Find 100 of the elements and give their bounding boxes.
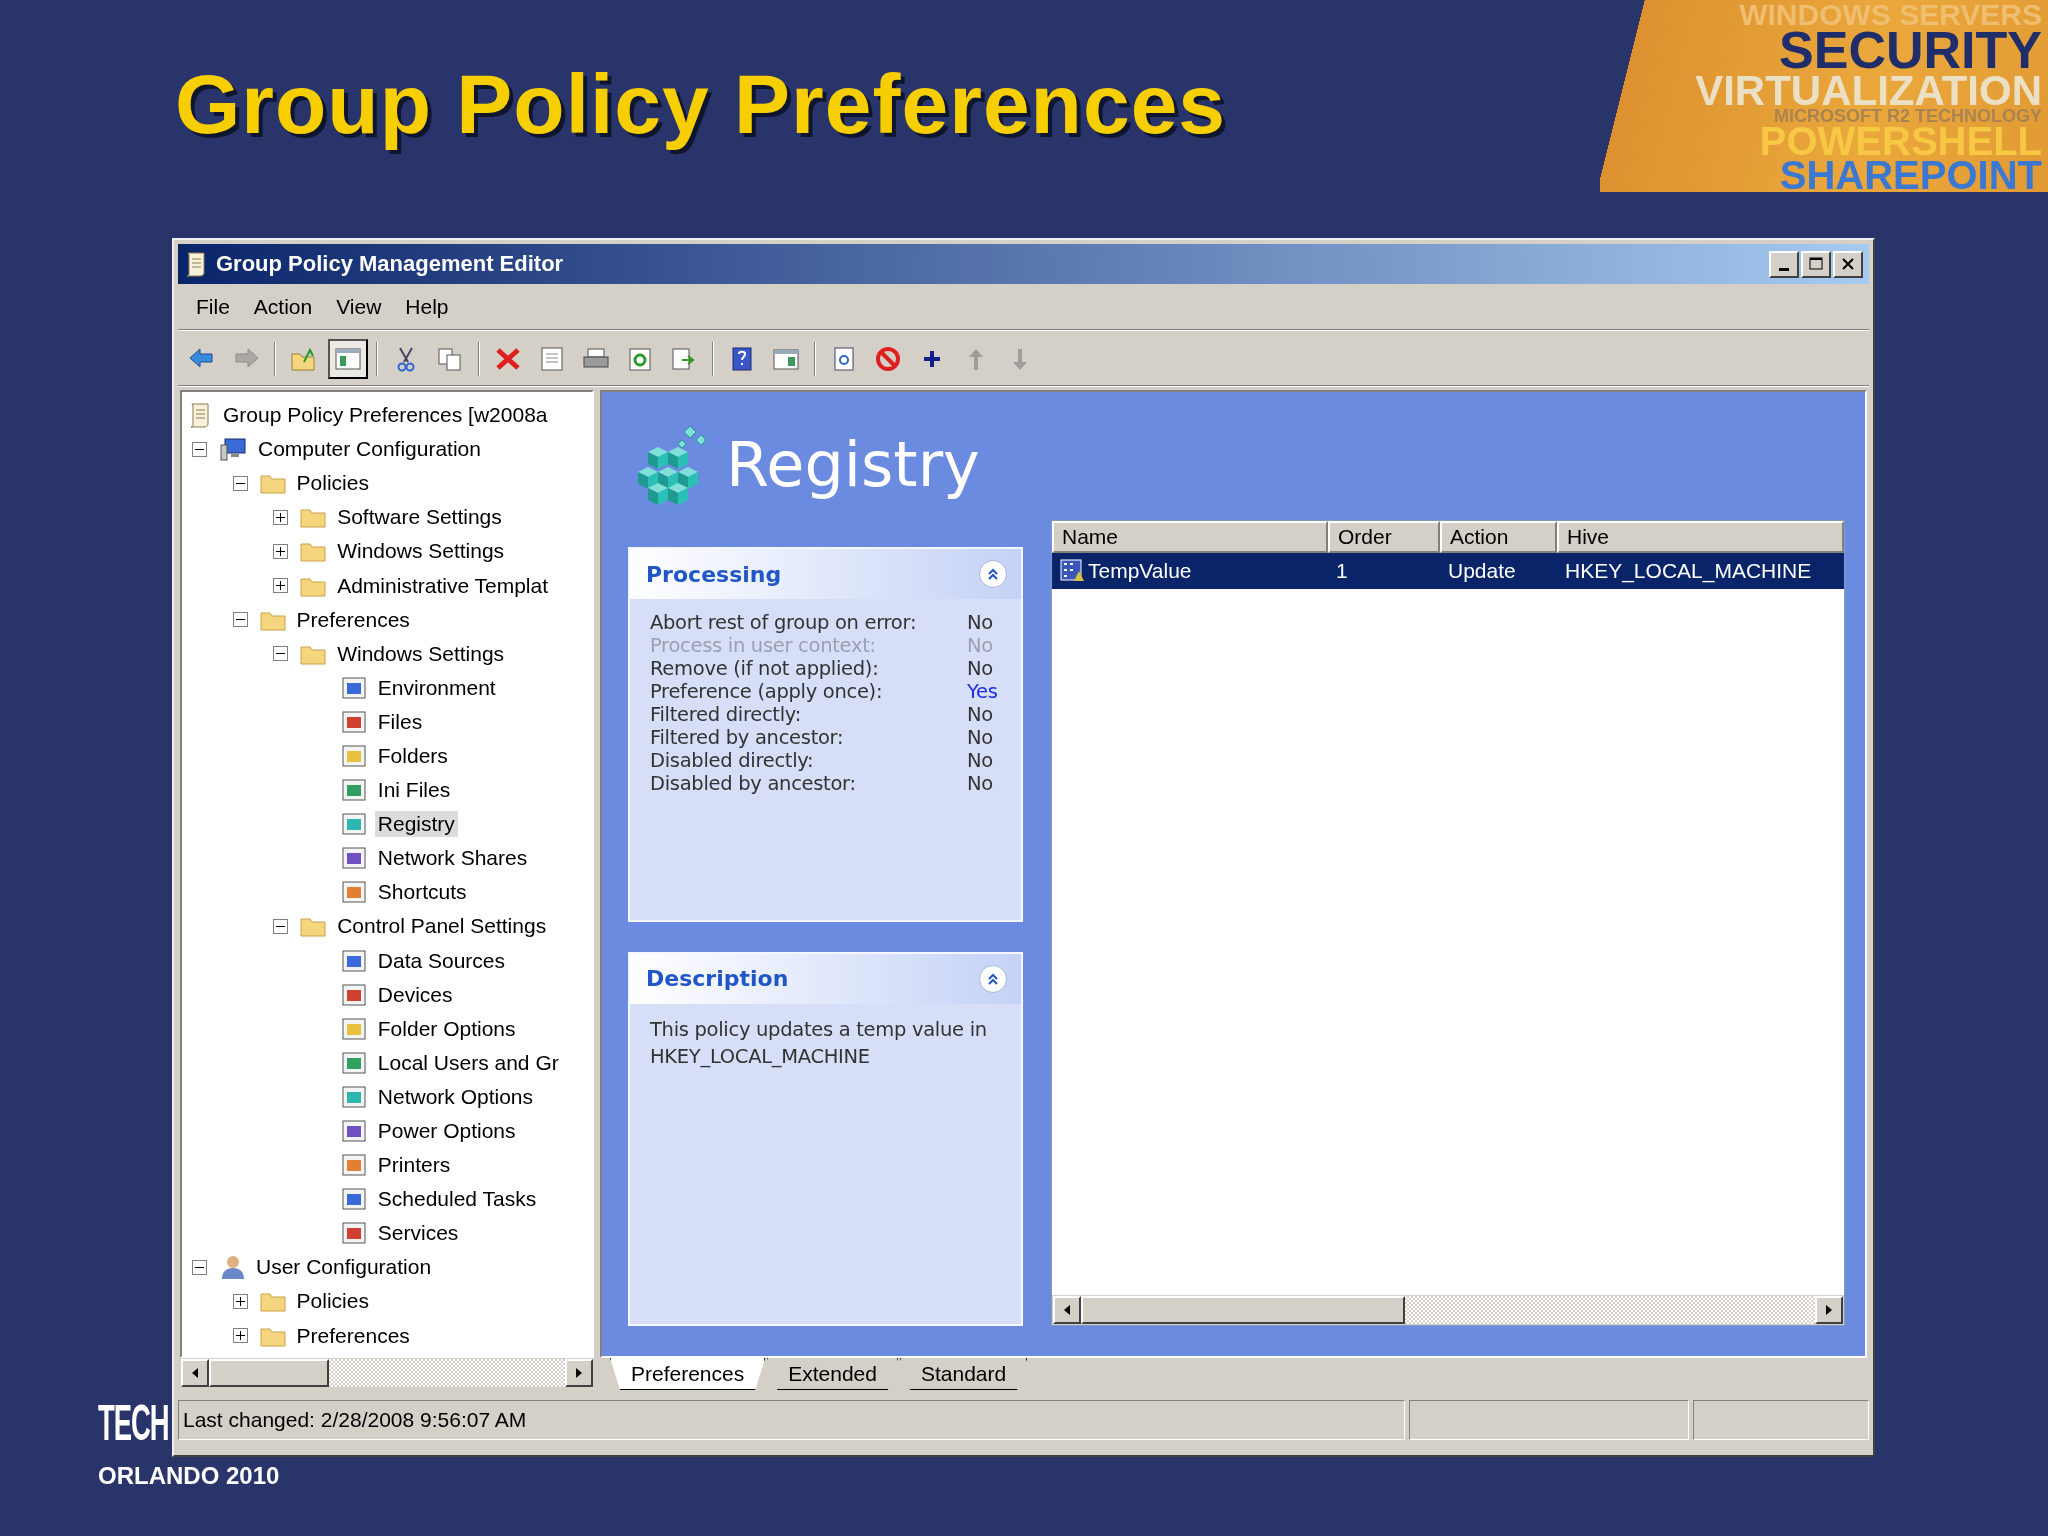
tree-item[interactable]: Power Options — [374, 1118, 519, 1144]
expand-toggle[interactable] — [273, 543, 289, 559]
minimize-button[interactable] — [1769, 250, 1799, 278]
tree-item[interactable]: Scheduled Tasks — [374, 1186, 540, 1213]
table-cell-text: Update — [1447, 559, 1517, 583]
tree-item[interactable]: Registry — [374, 811, 458, 838]
toolbar-button[interactable] — [328, 338, 368, 379]
tree-item[interactable]: Policies — [293, 470, 372, 497]
property-label: Filtered by ancestor: — [650, 726, 845, 749]
menu-item[interactable]: Action — [241, 290, 325, 323]
tree-item[interactable]: User Configuration — [253, 1254, 435, 1281]
scroll-thumb[interactable] — [209, 1359, 329, 1387]
view-tab[interactable]: Standard — [900, 1358, 1028, 1390]
property-value: Yes — [967, 680, 999, 703]
setting-icon — [340, 1187, 367, 1212]
expand-toggle[interactable] — [273, 918, 289, 934]
expand-toggle[interactable] — [232, 1328, 248, 1344]
scroll-right-button[interactable] — [565, 1359, 593, 1387]
tree-item[interactable]: Network Shares — [374, 845, 531, 872]
expand-toggle[interactable] — [232, 612, 248, 628]
tree-item[interactable]: Computer Configuration — [255, 436, 484, 463]
view-tab[interactable]: Preferences — [610, 1358, 766, 1390]
tree-item[interactable]: Network Options — [374, 1083, 537, 1110]
folder-icon — [300, 540, 327, 563]
setting-icon — [340, 675, 367, 700]
stop-icon — [874, 345, 902, 372]
folder-icon — [300, 506, 327, 529]
view-tab[interactable]: Extended — [767, 1358, 898, 1390]
column-header[interactable]: Hive — [1557, 521, 1844, 553]
tree-item[interactable]: Preferences — [293, 1322, 413, 1349]
tree-item[interactable]: Folders — [374, 743, 451, 769]
collapse-button[interactable] — [979, 964, 1007, 993]
banner-word: MICROSOFT R2 TECHNOLOGY — [1774, 108, 2042, 125]
tree-item[interactable]: Policies — [293, 1288, 372, 1315]
plus-icon — [276, 512, 286, 522]
property-label: Abort rest of group on error: — [650, 611, 918, 634]
scroll-left-button[interactable] — [181, 1359, 209, 1387]
tree-item[interactable]: Control Panel Settings — [334, 913, 550, 940]
column-header[interactable]: Action — [1440, 521, 1557, 553]
expand-toggle[interactable] — [273, 578, 289, 593]
property-value: No — [967, 634, 994, 657]
setting-icon — [340, 1119, 367, 1143]
property-value: No — [967, 611, 994, 634]
folder-icon — [300, 915, 327, 938]
expand-toggle[interactable] — [273, 646, 289, 662]
tree-item[interactable]: Software Settings — [334, 504, 505, 531]
tree-item[interactable]: Folder Options — [374, 1015, 519, 1042]
setting-icon — [340, 709, 367, 734]
menu-item[interactable]: Help — [393, 290, 461, 323]
status-text: Last changed: 2/28/2008 9:56:07 AM — [183, 1408, 527, 1432]
close-icon — [1841, 257, 1855, 271]
menu-item[interactable]: File — [184, 290, 242, 323]
close-button[interactable] — [1833, 250, 1863, 278]
triangle-arrow-icon — [1062, 1304, 1072, 1316]
card-title: Description — [646, 966, 789, 991]
expand-toggle[interactable] — [232, 475, 248, 491]
tree-item[interactable]: Printers — [374, 1152, 454, 1179]
collapse-button[interactable] — [979, 560, 1007, 588]
tree-item[interactable]: Environment — [374, 674, 499, 701]
maximize-button[interactable] — [1801, 250, 1831, 278]
horizontal-scrollbar[interactable] — [180, 1358, 594, 1388]
tree-item[interactable]: Group Policy Preferences [w2008a — [220, 402, 551, 429]
banner-word: SECURITY — [1779, 27, 2042, 73]
column-header[interactable]: Order — [1328, 521, 1440, 553]
property-label: Remove (if not applied): — [650, 657, 880, 680]
scroll-left-button[interactable] — [1053, 1296, 1081, 1324]
table-cell-text: 1 — [1335, 559, 1349, 583]
triangle-arrow-icon — [574, 1367, 584, 1379]
expand-toggle[interactable] — [192, 1259, 207, 1275]
event-place: ORLANDO 2010 — [98, 1462, 280, 1490]
plus-icon — [235, 1331, 245, 1341]
tree-item[interactable]: Local Users and Gr — [374, 1049, 562, 1076]
tree-item[interactable]: Devices — [374, 981, 456, 1008]
property-value: No — [967, 703, 994, 726]
tree-item[interactable]: Administrative Templat — [334, 572, 552, 599]
refresh-icon — [626, 345, 654, 372]
scroll-thumb[interactable] — [1081, 1296, 1405, 1324]
setting-icon — [340, 1050, 367, 1075]
list-row[interactable]: TempValue 1 Update HKEY_LOCAL_MACHINE — [1052, 553, 1844, 589]
column-header[interactable]: Name — [1052, 521, 1328, 553]
tree-item[interactable]: Data Sources — [374, 947, 509, 974]
expand-toggle[interactable] — [232, 1294, 248, 1309]
setting-icon — [340, 812, 367, 837]
menu-item[interactable]: View — [324, 290, 394, 323]
scroll-right-button[interactable] — [1815, 1296, 1843, 1324]
tree-item[interactable]: Windows Settings — [334, 538, 508, 565]
tree-item[interactable]: Shortcuts — [374, 879, 470, 906]
expand-toggle[interactable] — [192, 441, 207, 457]
setting-icon — [340, 1084, 367, 1109]
banner-word: VIRTUALIZATION — [1695, 72, 2042, 109]
scroll-icon — [188, 402, 212, 429]
tree-item[interactable]: Files — [374, 708, 426, 735]
expand-toggle[interactable] — [273, 509, 289, 525]
tree-item[interactable]: Services — [374, 1220, 462, 1247]
setting-icon — [340, 948, 367, 973]
tree-item[interactable]: Preferences — [293, 606, 413, 633]
tree-item[interactable]: Ini Files — [374, 777, 454, 804]
horizontal-scrollbar[interactable] — [1052, 1295, 1844, 1325]
chevron-icon — [986, 567, 1000, 581]
tree-item[interactable]: Windows Settings — [334, 640, 508, 667]
